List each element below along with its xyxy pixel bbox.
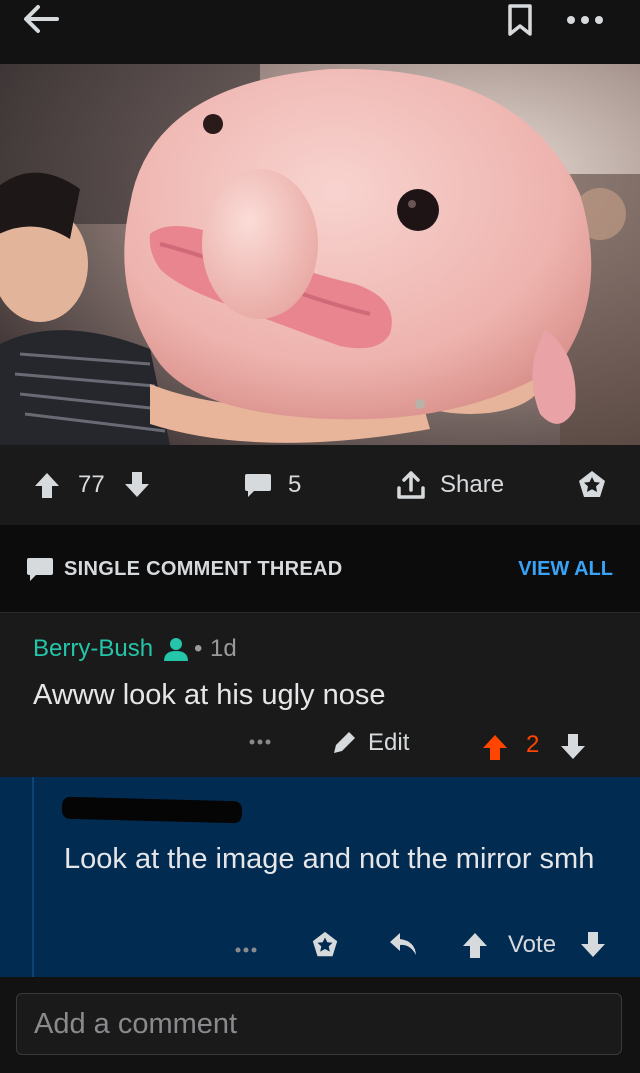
comment-age: 1d: [210, 635, 237, 662]
share-icon: [397, 471, 425, 499]
post-image[interactable]: [0, 64, 640, 445]
share-button[interactable]: Share: [396, 445, 504, 525]
post-downvote-button[interactable]: [124, 445, 150, 525]
bookmark-icon: [508, 4, 532, 36]
comment-downvote-button[interactable]: [560, 733, 586, 766]
single-comment-thread-bar: SINGLE COMMENT THREAD VIEW ALL: [0, 525, 640, 613]
blobfish-plush-photo: [0, 64, 640, 445]
redacted-author: [61, 796, 243, 824]
bookmark-button[interactable]: [505, 2, 535, 38]
edit-button[interactable]: Edit: [330, 729, 409, 757]
more-icon: [249, 739, 271, 745]
comment-upvote-button[interactable]: [482, 733, 508, 766]
back-button[interactable]: [18, 4, 64, 34]
comment-body: Awww look at his ugly nose: [33, 679, 386, 711]
reply-upvote-button[interactable]: [462, 931, 488, 964]
downvote-icon: [561, 734, 585, 759]
comment-composer: Add a comment: [0, 977, 640, 1073]
comment: Berry-Bush • 1d Awww look at his ugly no…: [0, 613, 640, 777]
dot-separator: •: [194, 635, 203, 662]
back-arrow-icon: [24, 5, 59, 33]
user-icon: [164, 638, 188, 661]
view-all-link[interactable]: VIEW ALL: [518, 558, 613, 581]
comment-more-button[interactable]: [248, 733, 272, 751]
reply-award-button[interactable]: [310, 930, 340, 965]
vote-label: Vote: [508, 931, 557, 958]
reply-body: Look at the image and not the mirror smh: [64, 843, 595, 875]
edit-label: Edit: [368, 729, 410, 756]
add-comment-input[interactable]: Add a comment: [16, 993, 622, 1055]
more-icon: [567, 16, 603, 24]
comment-author[interactable]: Berry-Bush: [33, 635, 153, 663]
downvote-icon: [581, 932, 605, 957]
reply-button[interactable]: [388, 931, 418, 964]
thread-rail: [32, 777, 34, 977]
award-button[interactable]: [576, 445, 608, 525]
post-upvote-button[interactable]: [34, 445, 60, 525]
comment-score: 2: [526, 731, 540, 758]
more-options-button[interactable]: [563, 8, 607, 32]
reply-more-button[interactable]: [234, 941, 258, 959]
add-comment-placeholder: Add a comment: [34, 1007, 238, 1040]
upvote-icon: [35, 473, 59, 498]
downvote-icon: [125, 472, 149, 497]
comment-icon: [27, 558, 53, 581]
more-icon: [235, 947, 257, 953]
reply-icon: [390, 933, 416, 955]
comment-icon: [245, 474, 271, 497]
share-label: Share: [440, 471, 505, 498]
comment-actions: Edit 2: [0, 723, 640, 773]
award-icon: [579, 471, 605, 497]
upvote-icon: [463, 933, 487, 958]
award-icon: [312, 931, 338, 957]
post-comments-button[interactable]: [244, 445, 272, 525]
thread-title: SINGLE COMMENT THREAD: [64, 558, 343, 580]
pencil-icon: [334, 732, 355, 753]
post-score: 77: [78, 471, 105, 498]
post-action-bar: 77 5 Share: [0, 445, 640, 525]
reply-comment: Look at the image and not the mirror smh…: [0, 777, 640, 977]
upvote-icon: [483, 735, 507, 760]
top-bar: [0, 0, 640, 64]
reply-downvote-button[interactable]: [580, 931, 606, 964]
post-comment-count: 5: [288, 471, 302, 498]
